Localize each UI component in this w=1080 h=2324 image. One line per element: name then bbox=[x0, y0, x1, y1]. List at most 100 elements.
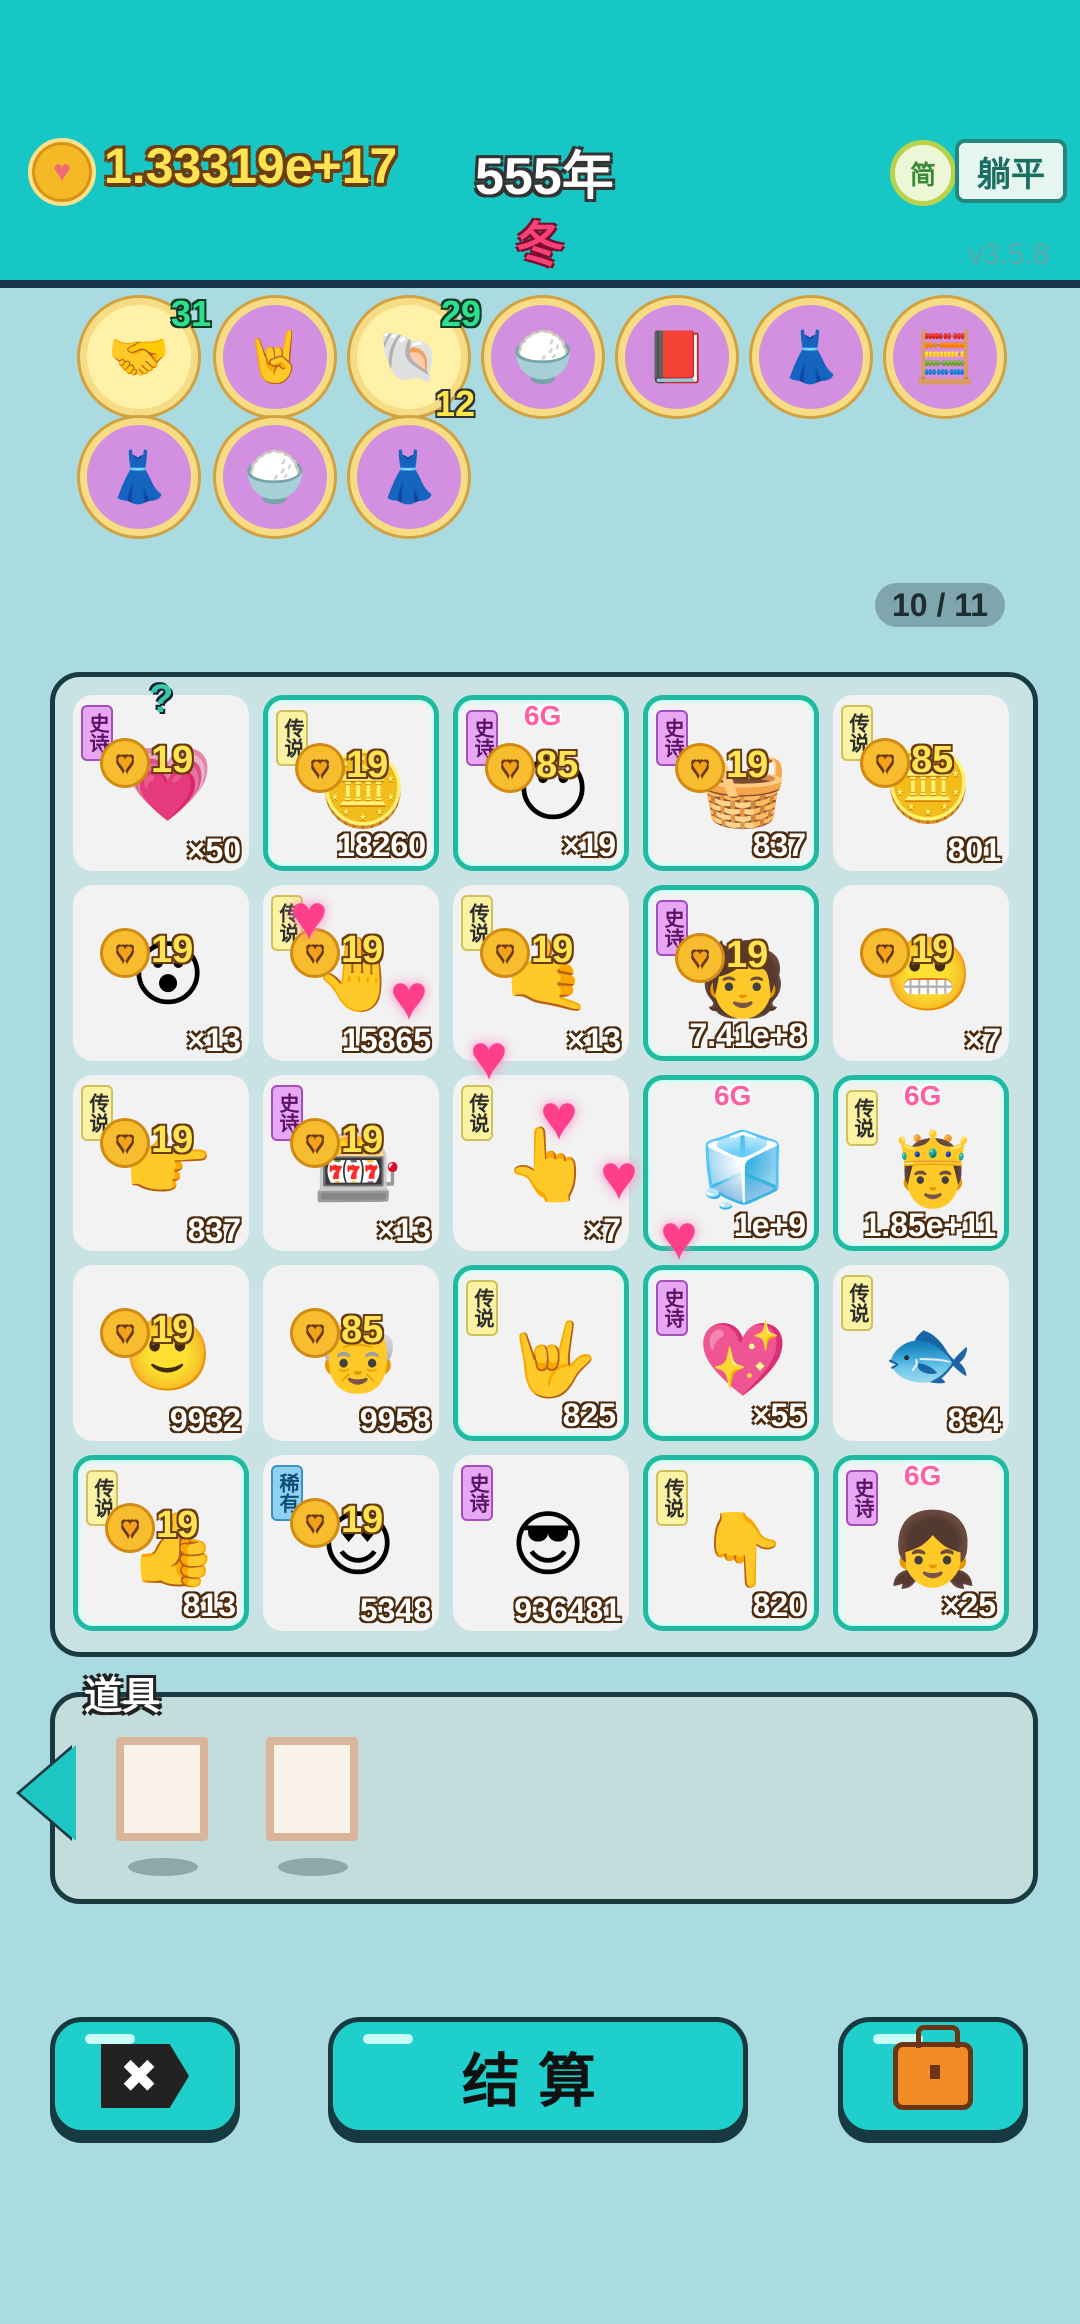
board-cell[interactable]: 👍传说19813 bbox=[73, 1455, 249, 1631]
heart-trail-effect: ♥ bbox=[660, 1201, 698, 1273]
rarity-tag: 传说 bbox=[846, 1090, 878, 1146]
cell-value: ×19 bbox=[561, 827, 616, 863]
cell-value: ×7 bbox=[584, 1212, 621, 1248]
skill-emblem-icon: 🐚 bbox=[377, 328, 441, 385]
cell-value: ×55 bbox=[751, 1397, 806, 1433]
cell-value: 837 bbox=[187, 1212, 241, 1248]
skill-icon-4[interactable]: 🍚 bbox=[484, 298, 602, 416]
coin-popup: 85 bbox=[863, 739, 953, 785]
skill-emblem-icon: 🤝 bbox=[107, 328, 171, 385]
sixg-badge: 6G bbox=[904, 1460, 942, 1491]
skill-emblem-icon: 🧮 bbox=[913, 328, 977, 385]
cell-value: 825 bbox=[562, 1397, 616, 1433]
cell-value: 7.41e+8 bbox=[689, 1017, 806, 1053]
board-cell[interactable]: 🪙传说1918260 bbox=[263, 695, 439, 871]
heart-trail-effect: ♥ bbox=[600, 1141, 638, 1213]
board-cell[interactable]: 👇 传说 820 bbox=[643, 1455, 819, 1631]
cell-value: 18260 bbox=[337, 827, 426, 863]
skill-icon-10[interactable]: 👗 bbox=[350, 418, 468, 536]
skill-level-badge: 31 bbox=[170, 293, 211, 334]
briefcase-icon bbox=[893, 2025, 973, 2110]
coin-popup: 19 bbox=[293, 1119, 383, 1165]
coin-popup: 19 bbox=[108, 1504, 198, 1550]
cell-value: 813 bbox=[182, 1587, 236, 1623]
cell-value: 1e+9 bbox=[733, 1207, 806, 1243]
cell-value: 820 bbox=[752, 1587, 806, 1623]
character-icon: 🐟 bbox=[883, 1314, 973, 1395]
rarity-tag: 史诗 bbox=[656, 1280, 688, 1336]
board-cell[interactable]: 😬19×7 bbox=[833, 885, 1009, 1061]
question-mark-icon: ? bbox=[149, 677, 174, 721]
coin-popup: 19 bbox=[103, 929, 193, 975]
skill-emblem-icon: 👗 bbox=[107, 448, 171, 505]
skill-icon-2[interactable]: 🤘 bbox=[216, 298, 334, 416]
rarity-tag: 传说 bbox=[841, 1275, 873, 1331]
skill-level-badge: 29 bbox=[440, 293, 481, 334]
board-cell[interactable]: 🐟 传说 834 bbox=[833, 1265, 1009, 1441]
board-cell[interactable]: 🤟 传说 825 bbox=[453, 1265, 629, 1441]
rarity-tag: 传说 bbox=[656, 1470, 688, 1526]
board-cell[interactable]: 🧑史诗197.41e+8 bbox=[643, 885, 819, 1061]
skill-icons-area: 🤝 31 🤘 🐚 29 12 🍚 📕 👗 🧮 👗 🍚 👗 bbox=[0, 0, 1080, 560]
items-scroll-left-arrow-icon[interactable] bbox=[20, 1745, 76, 1841]
coin-popup: 19 bbox=[863, 929, 953, 975]
cell-value: 9958 bbox=[359, 1402, 431, 1438]
skill-icon-3[interactable]: 🐚 29 12 bbox=[350, 293, 481, 424]
sixg-badge: 6G bbox=[524, 700, 562, 731]
inventory-button[interactable] bbox=[838, 2017, 1028, 2135]
heart-trail-effect: ♥ bbox=[470, 1021, 508, 1093]
rarity-tag: 史诗 bbox=[461, 1465, 493, 1521]
board-cell[interactable]: 😍稀有195348 bbox=[263, 1455, 439, 1631]
coin-popup: 19 bbox=[483, 929, 573, 975]
board-cell[interactable]: 🤴 传说 6G 1.85e+11 bbox=[833, 1075, 1009, 1251]
cell-value: 9932 bbox=[169, 1402, 241, 1438]
skill-emblem-icon: 🤘 bbox=[243, 328, 307, 385]
board-cell[interactable]: 👉传说19837 bbox=[73, 1075, 249, 1251]
skill-icon-6[interactable]: 👗 bbox=[752, 298, 870, 416]
coin-popup: 19 bbox=[103, 739, 193, 785]
item-slot-shadow bbox=[128, 1858, 198, 1876]
board-cell[interactable]: 😮19×13 bbox=[73, 885, 249, 1061]
item-slot-1[interactable] bbox=[116, 1737, 208, 1841]
board-cell[interactable]: 😶史诗6G85×19 bbox=[453, 695, 629, 871]
skill-icon-1[interactable]: 🤝 31 bbox=[80, 293, 211, 416]
skill-emblem-icon: 🍚 bbox=[511, 328, 575, 385]
settle-button[interactable]: 结算 bbox=[328, 2017, 748, 2135]
cell-value: ×25 bbox=[941, 1587, 996, 1623]
skill-icon-5[interactable]: 📕 bbox=[618, 298, 736, 416]
heart-trail-effect: ♥ bbox=[290, 881, 328, 953]
coin-popup: 19 bbox=[103, 1119, 193, 1165]
coin-popup: 19 bbox=[298, 744, 388, 790]
coin-popup: 19 bbox=[678, 934, 768, 980]
cell-value: 801 bbox=[947, 832, 1001, 868]
board-cell[interactable]: 💖 史诗 ×55 bbox=[643, 1265, 819, 1441]
board-cell[interactable]: 🙂199932 bbox=[73, 1265, 249, 1441]
heart-trail-effect: ♥ bbox=[540, 1081, 578, 1153]
item-slot-2[interactable] bbox=[266, 1737, 358, 1841]
heart-trail-effect: ♥ bbox=[390, 961, 428, 1033]
board-cell[interactable]: 😎 史诗 936481 bbox=[453, 1455, 629, 1631]
skill-icon-7[interactable]: 🧮 bbox=[886, 298, 1004, 416]
page-indicator: 10 / 11 bbox=[875, 583, 1005, 627]
coin-popup: 19 bbox=[293, 1499, 383, 1545]
coin-popup: 85 bbox=[488, 744, 578, 790]
button-gloss bbox=[85, 2034, 135, 2044]
board-cell[interactable]: 🎰史诗19×13 bbox=[263, 1075, 439, 1251]
skill-icon-8[interactable]: 👗 bbox=[80, 418, 198, 536]
cell-value: 936481 bbox=[514, 1592, 621, 1628]
board-cell[interactable]: 💗史诗?19×50 bbox=[73, 677, 249, 871]
board-cell[interactable]: 👧 史诗 6G ×25 bbox=[833, 1455, 1009, 1631]
cell-value: ×7 bbox=[964, 1022, 1001, 1058]
skill-icon-9[interactable]: 🍚 bbox=[216, 418, 334, 536]
close-button[interactable]: ✖ bbox=[50, 2017, 240, 2135]
coin-popup: 19 bbox=[678, 744, 768, 790]
sixg-badge: 6G bbox=[714, 1080, 752, 1111]
board-cell[interactable]: 👴859958 bbox=[263, 1265, 439, 1441]
board-cell[interactable]: 🧺史诗19837 bbox=[643, 695, 819, 871]
coin-popup: 85 bbox=[293, 1309, 383, 1355]
cell-value: 1.85e+11 bbox=[863, 1207, 996, 1243]
skill-emblem-icon: 📕 bbox=[645, 328, 709, 385]
rarity-tag: 传说 bbox=[466, 1280, 498, 1336]
board-cell[interactable]: 🪙传说85801 bbox=[833, 695, 1009, 871]
settle-button-label: 结算 bbox=[461, 2049, 614, 2114]
